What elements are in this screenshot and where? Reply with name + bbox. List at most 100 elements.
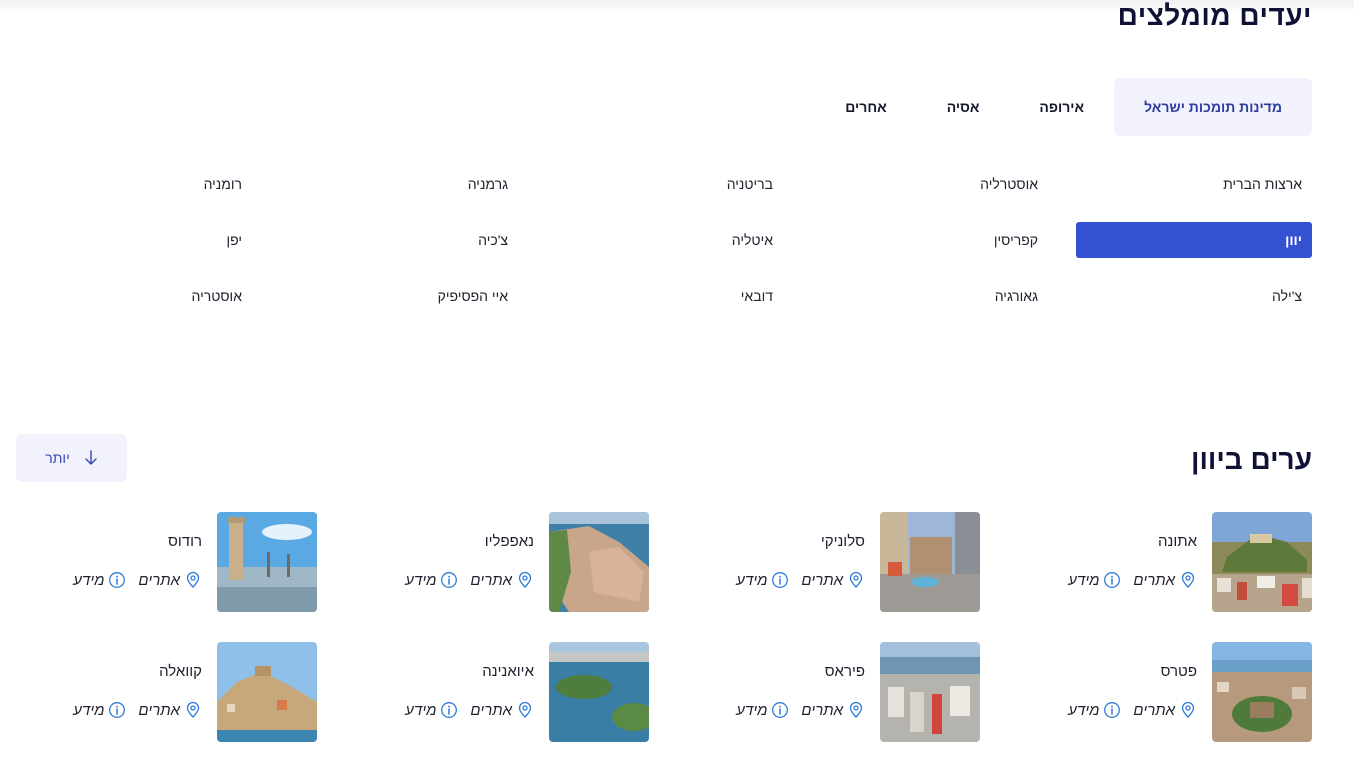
country-greece[interactable]: יוון [1076, 222, 1312, 258]
sites-label: אתרים [1133, 701, 1175, 719]
info-link[interactable]: מידע [1068, 571, 1121, 589]
section-title: יעדים מומלצים [1117, 0, 1312, 31]
tab-europe[interactable]: אירופה [1039, 78, 1084, 136]
city-image [549, 642, 649, 742]
city-image [1212, 642, 1312, 742]
city-image [217, 642, 317, 742]
info-label: מידע [736, 571, 768, 589]
sites-label: אתרים [801, 701, 843, 719]
city-card-ioannina[interactable]: איואנינה אתרים מידע [384, 642, 649, 742]
city-image [549, 512, 649, 612]
city-card-patras[interactable]: פטרס אתרים מידע [1047, 642, 1312, 742]
city-name: רודוס [168, 533, 202, 550]
city-card-rhodes[interactable]: רודוס אתרים מידע [52, 512, 317, 612]
map-pin-icon [1181, 571, 1195, 588]
city-image [880, 642, 980, 742]
info-circle-icon [109, 702, 126, 718]
city-actions: אתרים מידע [405, 571, 534, 589]
country-austria[interactable]: אוסטריה [152, 278, 252, 314]
info-label: מידע [73, 701, 105, 719]
info-link[interactable]: מידע [1068, 701, 1121, 719]
info-link[interactable]: מידע [736, 701, 789, 719]
sites-link[interactable]: אתרים [138, 701, 202, 719]
map-pin-icon [518, 701, 532, 718]
country-cyprus[interactable]: קפריסין [812, 222, 1048, 258]
city-card-thessaloniki[interactable]: סלוניקי אתרים מידע [715, 512, 980, 612]
country-germany[interactable]: גרמניה [282, 166, 518, 202]
sites-link[interactable]: אתרים [138, 571, 202, 589]
sites-label: אתרים [138, 571, 180, 589]
sites-label: אתרים [801, 571, 843, 589]
map-pin-icon [1181, 701, 1195, 718]
sites-label: אתרים [138, 701, 180, 719]
map-pin-icon [186, 571, 200, 588]
sites-link[interactable]: אתרים [801, 571, 865, 589]
city-name: פטרס [1160, 663, 1197, 680]
info-label: מידע [405, 571, 437, 589]
country-romania[interactable]: רומניה [152, 166, 252, 202]
country-japan[interactable]: יפן [152, 222, 252, 258]
country-dubai[interactable]: דובאי [547, 278, 783, 314]
city-image [1212, 512, 1312, 612]
city-name: איואנינה [482, 663, 534, 680]
city-name: קוואלה [159, 663, 202, 680]
sites-link[interactable]: אתרים [1133, 701, 1197, 719]
info-label: מידע [405, 701, 437, 719]
sites-link[interactable]: אתרים [470, 571, 534, 589]
country-australia[interactable]: אוסטרליה [812, 166, 1048, 202]
country-usa[interactable]: ארצות הברית [1076, 166, 1312, 202]
city-actions: אתרים מידע [405, 701, 534, 719]
sites-link[interactable]: אתרים [801, 701, 865, 719]
cities-section-title: ערים ביוון [1191, 444, 1312, 475]
city-name: סלוניקי [820, 533, 865, 550]
city-card-athens[interactable]: אתונה אתרים מידע [1047, 512, 1312, 612]
info-link[interactable]: מידע [736, 571, 789, 589]
country-pacific-islands[interactable]: איי הפסיפיק [282, 278, 518, 314]
country-italy[interactable]: איטליה [547, 222, 783, 258]
tab-asia[interactable]: אסיה [947, 78, 980, 136]
sites-link[interactable]: אתרים [470, 701, 534, 719]
tab-others[interactable]: אחרים [845, 78, 886, 136]
info-link[interactable]: מידע [73, 701, 126, 719]
tab-israel-supporting[interactable]: מדינות תומכות ישראל [1114, 78, 1312, 136]
sites-label: אתרים [1133, 571, 1175, 589]
map-pin-icon [518, 571, 532, 588]
sites-label: אתרים [470, 571, 512, 589]
info-circle-icon [1104, 572, 1121, 588]
info-circle-icon [772, 702, 789, 718]
info-circle-icon [441, 702, 458, 718]
city-actions: אתרים מידע [1068, 571, 1197, 589]
city-name: נאפפליו [484, 533, 534, 550]
country-grid: ארצות הברית אוסטרליה בריטניה גרמניה יוון… [242, 156, 1312, 326]
country-georgia[interactable]: גאורגיה [812, 278, 1048, 314]
info-label: מידע [1068, 701, 1100, 719]
info-label: מידע [73, 571, 105, 589]
city-name: פיראס [824, 663, 865, 680]
country-czechia[interactable]: צ'כיה [282, 222, 518, 258]
city-actions: אתרים מידע [1068, 701, 1197, 719]
arrow-down-icon [85, 450, 97, 465]
city-actions: אתרים מידע [736, 701, 865, 719]
city-card-kavala[interactable]: קוואלה אתרים מידע [52, 642, 317, 742]
country-chile[interactable]: צ'ילה [1076, 278, 1312, 314]
map-pin-icon [186, 701, 200, 718]
more-button[interactable]: יותר [16, 434, 127, 482]
info-label: מידע [736, 701, 768, 719]
map-pin-icon [849, 701, 863, 718]
city-actions: אתרים מידע [73, 571, 202, 589]
city-card-piraeus[interactable]: פיראס אתרים מידע [715, 642, 980, 742]
info-circle-icon [772, 572, 789, 588]
city-actions: אתרים מידע [73, 701, 202, 719]
sites-label: אתרים [470, 701, 512, 719]
info-link[interactable]: מידע [73, 571, 126, 589]
city-image [217, 512, 317, 612]
info-link[interactable]: מידע [405, 571, 458, 589]
info-label: מידע [1068, 571, 1100, 589]
sites-link[interactable]: אתרים [1133, 571, 1197, 589]
city-image [880, 512, 980, 612]
city-card-nafplio[interactable]: נאפפליו אתרים מידע [384, 512, 649, 612]
region-tabs: מדינות תומכות ישראל אירופה אסיה אחרים [845, 78, 1312, 136]
info-link[interactable]: מידע [405, 701, 458, 719]
country-britain[interactable]: בריטניה [547, 166, 783, 202]
info-circle-icon [109, 572, 126, 588]
